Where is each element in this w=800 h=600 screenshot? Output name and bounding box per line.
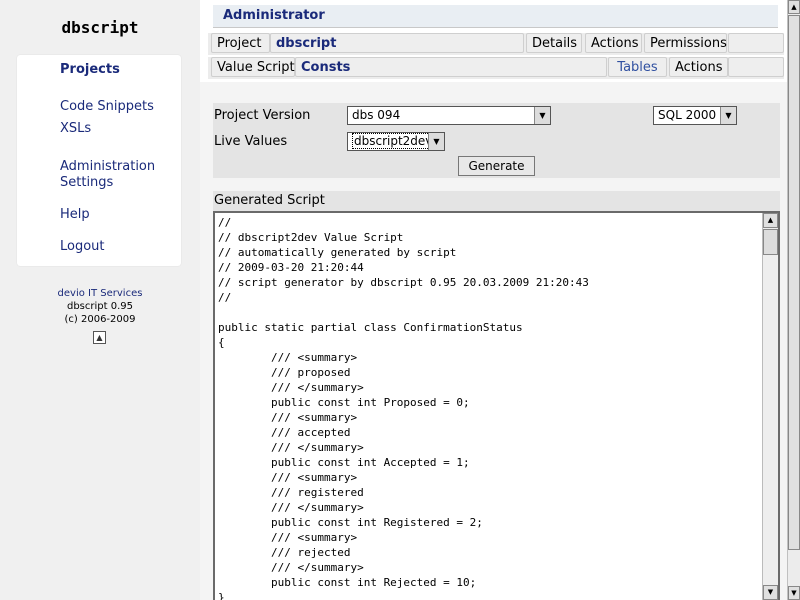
live-values-select[interactable]: dbscript2dev ▼ xyxy=(347,132,445,151)
tab-value-script[interactable]: Value Script xyxy=(211,57,295,77)
project-tab-row: Project dbscript Details Actions Permiss… xyxy=(208,33,784,55)
tab-project[interactable]: Project xyxy=(211,33,270,53)
scroll-down-icon[interactable]: ▼ xyxy=(763,585,778,600)
nav-item-settings[interactable]: Settings xyxy=(60,175,113,191)
app-title: dbscript xyxy=(61,18,139,37)
script-code: // // dbscript2dev Value Script // autom… xyxy=(218,216,589,600)
generate-form: Project Version dbs 094 ▼ SQL 2000 ▼ Liv… xyxy=(213,103,780,178)
tab-consts[interactable]: Consts xyxy=(295,57,607,77)
tab-actions[interactable]: Actions xyxy=(585,33,642,53)
tab-details[interactable]: Details xyxy=(526,33,582,53)
window-scrollbar[interactable]: ▲ ▼ xyxy=(787,0,800,600)
sidebar: dbscript Projects Code Snippets XSLs Adm… xyxy=(0,0,200,600)
project-version-label: Project Version xyxy=(214,108,311,123)
scroll-up-icon[interactable]: ▲ xyxy=(763,213,778,228)
admin-label: Administrator xyxy=(223,8,325,23)
tab-empty-2 xyxy=(728,57,784,77)
script-tab-row: Value Script Consts Tables Actions xyxy=(208,57,784,79)
company-link[interactable]: devio IT Services xyxy=(0,287,200,300)
generated-script-header: Generated Script xyxy=(213,191,780,211)
copyright-text: (c) 2006-2009 xyxy=(64,314,136,325)
chevron-down-icon: ▼ xyxy=(720,107,736,124)
generated-script-label: Generated Script xyxy=(214,193,325,208)
nav-item-administration[interactable]: Administration xyxy=(60,159,155,175)
tab-tables[interactable]: Tables xyxy=(608,57,667,77)
nav-item-logout[interactable]: Logout xyxy=(60,239,105,255)
tab-empty xyxy=(728,33,784,53)
arrow-up-icon[interactable]: ▲ xyxy=(93,331,106,344)
db-type-value: SQL 2000 xyxy=(658,108,717,122)
nav-item-xsls[interactable]: XSLs xyxy=(60,121,91,137)
live-values-label: Live Values xyxy=(214,134,288,149)
live-values-value: dbscript2dev xyxy=(352,133,435,149)
main-panel: Administrator Project dbscript Details A… xyxy=(200,0,788,600)
nav-menu: Projects Code Snippets XSLs Administrati… xyxy=(17,55,181,266)
project-name[interactable]: dbscript xyxy=(270,33,524,53)
textarea-scrollbar[interactable]: ▲ ▼ xyxy=(762,213,778,600)
nav-item-help[interactable]: Help xyxy=(60,207,90,223)
project-version-select[interactable]: dbs 094 ▼ xyxy=(347,106,551,125)
chevron-down-icon: ▼ xyxy=(428,133,444,150)
project-version-value: dbs 094 xyxy=(352,108,401,122)
scroll-thumb[interactable] xyxy=(788,15,800,550)
scroll-down-icon[interactable]: ▼ xyxy=(788,586,800,600)
generated-script-textarea[interactable]: // // dbscript2dev Value Script // autom… xyxy=(213,211,780,600)
nav-item-code-snippets[interactable]: Code Snippets xyxy=(60,99,154,115)
nav-item-projects[interactable]: Projects xyxy=(60,62,120,78)
scroll-thumb[interactable] xyxy=(763,229,778,255)
scroll-up-icon[interactable]: ▲ xyxy=(788,0,800,14)
db-type-select[interactable]: SQL 2000 ▼ xyxy=(653,106,737,125)
chevron-down-icon: ▼ xyxy=(534,107,550,124)
tab-permissions[interactable]: Permissions xyxy=(644,33,727,53)
version-text: dbscript 0.95 xyxy=(66,301,133,312)
admin-bar: Administrator xyxy=(213,5,778,28)
tab-actions-2[interactable]: Actions xyxy=(669,57,728,77)
generate-button[interactable]: Generate xyxy=(458,156,535,176)
